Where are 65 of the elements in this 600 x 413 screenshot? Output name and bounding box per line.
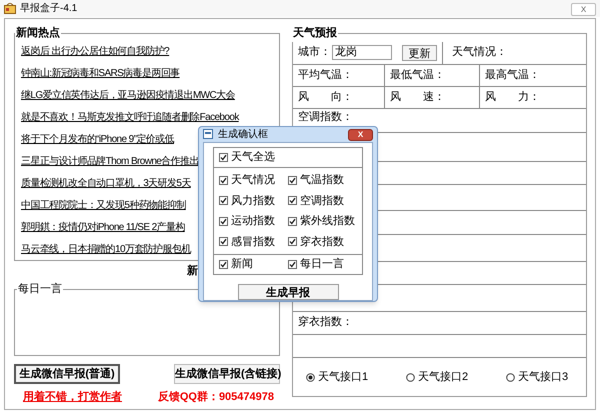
donate-link[interactable]: 用着不错，打赏作者	[23, 389, 122, 406]
checkbox[interactable]	[288, 176, 297, 185]
generate-button[interactable]: 生成微信早报(普通)	[14, 364, 120, 384]
checkbox[interactable]	[288, 237, 297, 246]
radio-button[interactable]	[506, 372, 515, 382]
section-title: 天气预报	[292, 26, 338, 41]
window-icon	[203, 129, 214, 140]
feedback-text: 反馈QQ群：905474978	[158, 390, 274, 405]
news-link[interactable]: 返岗后 出行办公居住如何自我防护?	[21, 44, 170, 58]
field-label: 风 速：	[390, 90, 445, 105]
news-link[interactable]: 郭明錤：疫情仍对iPhone 11/SE 2产量构	[21, 220, 185, 234]
checkbox[interactable]	[288, 260, 297, 269]
checkbox-label[interactable]: 天气全选	[231, 149, 275, 166]
radio-button[interactable]	[306, 372, 315, 382]
checkbox[interactable]	[219, 153, 228, 162]
checkbox-label[interactable]: 新闻	[231, 256, 253, 273]
news-link[interactable]: 质量检测机改全自动口罩机，3天研发5天	[21, 176, 191, 190]
city-field[interactable]: 龙岗	[332, 45, 392, 60]
checkbox[interactable]	[219, 216, 228, 226]
field-label: 城市：	[297, 44, 331, 60]
checkbox-label[interactable]: 穿衣指数	[300, 234, 344, 250]
checkbox[interactable]	[219, 176, 228, 185]
news-link[interactable]: 三星正与设计师品牌Thom Browne合作推出	[21, 154, 199, 168]
field-label: 风 向：	[298, 90, 353, 105]
checkbox-label[interactable]: 感冒指数	[231, 234, 275, 250]
dialog-title: 生成确认框	[218, 128, 268, 142]
section-title: 每日一言	[17, 282, 63, 297]
field-label: 最低气温：	[390, 68, 445, 83]
checkbox[interactable]	[219, 196, 228, 206]
checkbox-label[interactable]: 气温指数	[300, 172, 344, 188]
checkbox-label[interactable]: 每日一言	[300, 256, 344, 273]
field-label: 穿衣指数：	[298, 314, 353, 330]
generate-button[interactable]: 生成早报	[238, 284, 338, 300]
checkbox-label[interactable]: 紫外线指数	[300, 213, 355, 230]
checkbox[interactable]	[219, 260, 228, 269]
field-label: 最高气温：	[485, 68, 540, 83]
close-button[interactable]: X	[571, 3, 596, 16]
checkbox-label[interactable]: 天气情况	[231, 172, 275, 188]
checkbox[interactable]	[288, 216, 297, 226]
checkbox[interactable]	[219, 237, 228, 246]
app-icon	[4, 3, 16, 14]
generate-button[interactable]: 生成微信早报(含链接)	[174, 364, 280, 384]
window-title: 早报盒子-4.1	[20, 2, 78, 16]
checkbox-label[interactable]: 风力指数	[231, 192, 275, 209]
news-link[interactable]: 中国工程院院士：又发现5种药物能抑制	[21, 198, 186, 212]
news-link[interactable]: 继LG爱立信英伟达后，亚马逊因疫情退出MWC大会	[21, 88, 235, 102]
field-label: 风 力：	[485, 90, 540, 105]
news-link[interactable]: 将于下个月发布的“iPhone 9”定价或低	[21, 132, 174, 146]
radio-button[interactable]	[406, 372, 415, 382]
news-link[interactable]: 马云牵线，日本捐赠的10万套防护服包机	[21, 242, 191, 256]
radio-label[interactable]: 天气接口2	[418, 368, 468, 386]
section-title: 新	[187, 264, 198, 279]
section-title: 新闻热点	[15, 26, 61, 41]
field-label: 平均气温：	[298, 68, 353, 83]
radio-label[interactable]: 天气接口1	[318, 368, 368, 386]
close-button[interactable]: X	[348, 128, 373, 140]
checkbox-label[interactable]: 运动指数	[231, 213, 275, 230]
radio-label[interactable]: 天气接口3	[518, 368, 568, 386]
field-label: 空调指数：	[298, 110, 353, 124]
checkbox-label[interactable]: 空调指数	[300, 192, 344, 209]
checkbox[interactable]	[288, 196, 297, 206]
update-button[interactable]: 更新	[402, 44, 437, 60]
field-label: 天气情况：	[452, 45, 507, 60]
news-link[interactable]: 就是不喜欢！马斯克发推文呼吁追随者删除Facebook	[21, 110, 239, 124]
news-link[interactable]: 钟南山:新冠病毒和SARS病毒是两回事	[21, 66, 180, 80]
